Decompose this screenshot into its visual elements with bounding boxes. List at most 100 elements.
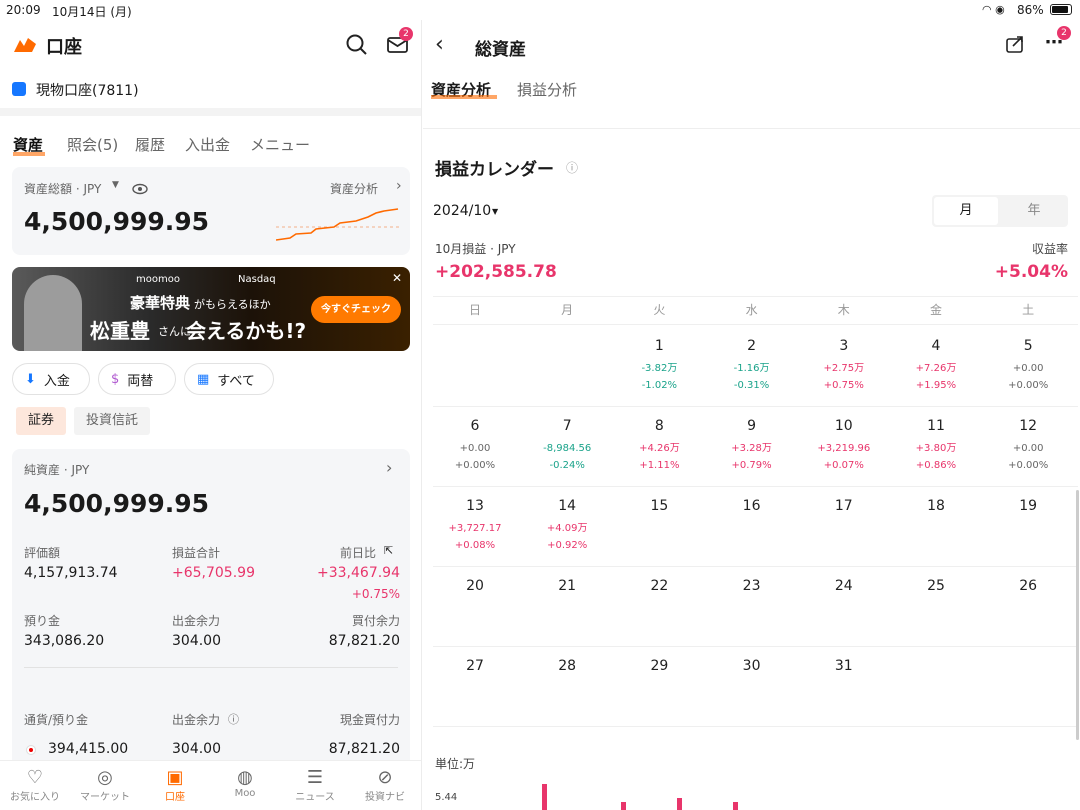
celebrity-photo	[24, 275, 82, 351]
calendar-day-pnl: +4.26万	[639, 443, 680, 454]
tab-menu[interactable]: メニュー	[250, 134, 310, 155]
calendar-day-number: 13	[466, 498, 484, 514]
banner-cta-button[interactable]: 今すぐチェック	[311, 296, 401, 323]
share-icon[interactable]	[1005, 34, 1025, 58]
calendar-day[interactable]: 18	[890, 498, 982, 514]
total-pnl-label: 損益合計	[172, 546, 221, 560]
chevron-down-icon[interactable]: ▼	[492, 207, 498, 216]
calendar-day-number: 7	[562, 418, 572, 434]
close-icon[interactable]: ✕	[392, 271, 402, 285]
calendar-day-percent: +1.95%	[915, 380, 957, 391]
calendar-day-pnl: +3,727.17	[448, 523, 502, 534]
battery-icon	[1050, 4, 1072, 15]
nav-account[interactable]: ▣ 口座	[140, 767, 210, 803]
calendar-day[interactable]: 25	[890, 578, 982, 594]
calendar-day[interactable]: 22	[613, 578, 705, 594]
exchange-button[interactable]: $ 両替	[98, 363, 176, 395]
calendar-day[interactable]: 3 +2.75万 +0.75%	[798, 338, 890, 394]
info-icon[interactable]: ⓘ	[566, 159, 578, 176]
calendar-day-pnl: +4.09万	[546, 523, 588, 534]
subtab-securities[interactable]: 証券	[16, 407, 66, 435]
total-assets-pane: ‹ 総資産 ⋯ 2 資産分析 損益分析 損益カレンダー ⓘ 2024/10 ▼ …	[423, 20, 1080, 810]
chevron-right-icon[interactable]: ›	[386, 458, 392, 477]
calendar-day[interactable]: 7 -8,984.56 -0.24%	[521, 418, 613, 474]
month-selector[interactable]: 2024/10	[433, 203, 491, 219]
chevron-down-icon[interactable]: ▼	[112, 180, 119, 190]
calendar-day[interactable]: 19	[982, 498, 1074, 514]
calendar-day-number: 15	[650, 498, 669, 514]
share-icon[interactable]: ⇱	[384, 544, 393, 557]
calendar-day[interactable]: 21	[521, 578, 613, 594]
tab-deposit-withdraw[interactable]: 入出金	[185, 134, 230, 155]
mail-icon[interactable]: 2	[387, 27, 413, 55]
calendar-day[interactable]: 5 +0.00 +0.00%	[982, 338, 1074, 394]
net-assets-card: 純資産 · JPY › 4,500,999.95 評価額 4,157,913.7…	[12, 449, 410, 789]
tab-pnl-analysis[interactable]: 損益分析	[517, 79, 577, 100]
calendar-day[interactable]: 12 +0.00 +0.00%	[982, 418, 1074, 474]
promo-banner[interactable]: moomoo Nasdaq 豪華特典 がもらえるほか 松重豊 さんに 会えるかも…	[12, 267, 410, 351]
toggle-month[interactable]: 月	[934, 197, 998, 225]
back-arrow-icon[interactable]: ‹	[435, 32, 444, 57]
cash-label: 預り金	[24, 614, 61, 628]
calendar-day[interactable]: 1 -3.82万 -1.02%	[613, 338, 705, 394]
eye-icon[interactable]	[132, 180, 148, 199]
info-icon[interactable]: ⓘ	[228, 711, 239, 727]
calendar-day-number: 27	[466, 658, 484, 674]
calendar-day[interactable]: 31	[798, 658, 890, 674]
calendar-day-number: 6	[470, 418, 480, 434]
nav-invest-navi[interactable]: ⊘ 投資ナビ	[350, 767, 420, 803]
nav-moo[interactable]: ◍ Moo	[210, 767, 280, 799]
calendar-day-number: 19	[1019, 498, 1038, 514]
scrollbar[interactable]	[1076, 490, 1079, 740]
calendar-day[interactable]: 29	[613, 658, 705, 674]
calendar-day-pnl: +3,219.96	[817, 443, 871, 454]
toggle-year[interactable]: 年	[1002, 197, 1066, 225]
calendar-day[interactable]: 20	[429, 578, 521, 594]
net-assets-label: 純資産 · JPY	[24, 463, 90, 477]
calendar-day[interactable]: 6 +0.00 +0.00%	[429, 418, 521, 474]
calendar-day[interactable]: 9 +3.28万 +0.79%	[706, 418, 798, 474]
tab-history[interactable]: 履歴	[135, 134, 165, 155]
jp-flag-icon	[26, 745, 36, 755]
calendar-day[interactable]: 4 +7.26万 +1.95%	[890, 338, 982, 394]
monthly-pnl-label: 10月損益 · JPY	[435, 242, 516, 256]
total-assets-card[interactable]: 資産総額 · JPY ▼ 資産分析 › 4,500,999.95	[12, 167, 410, 255]
subtab-investment-trust[interactable]: 投資信託	[74, 407, 150, 435]
calendar-day[interactable]: 26	[982, 578, 1074, 594]
nav-news[interactable]: ☰ ニュース	[280, 767, 350, 803]
calendar-day[interactable]: 30	[706, 658, 798, 674]
calendar-day[interactable]: 16	[706, 498, 798, 514]
calendar-day[interactable]: 8 +4.26万 +1.11%	[613, 418, 705, 474]
grid-icon: ▦	[197, 371, 210, 387]
calendar-day[interactable]: 27	[429, 658, 521, 674]
tab-inquiry[interactable]: 照会(5)	[67, 134, 118, 155]
calendar-day[interactable]: 28	[521, 658, 613, 674]
nav-favorites[interactable]: ♡ お気に入り	[0, 767, 70, 803]
calendar-row-divider	[433, 566, 1078, 567]
calendar-day-number: 18	[927, 498, 945, 514]
calendar-day[interactable]: 14 +4.09万 +0.92%	[521, 498, 613, 554]
calendar-day[interactable]: 15	[613, 498, 705, 514]
search-icon[interactable]	[346, 34, 368, 56]
calendar-day-pnl: -3.82万	[641, 363, 678, 374]
calendar-row-divider	[433, 646, 1078, 647]
calendar-day[interactable]: 10 +3,219.96 +0.07%	[798, 418, 890, 474]
account-selector[interactable]: 現物口座(7811)	[36, 80, 139, 100]
asset-analysis-link[interactable]: 資産分析	[330, 180, 378, 197]
calendar-day-number: 3	[839, 338, 849, 354]
calendar-day[interactable]: 11 +3.80万 +0.86%	[890, 418, 982, 474]
net-assets-value: 4,500,999.95	[24, 489, 210, 518]
calendar-day[interactable]: 17	[798, 498, 890, 514]
moo-icon: ◍	[237, 767, 253, 788]
calendar-day-number: 12	[1019, 418, 1038, 434]
calendar-day-number: 28	[558, 658, 577, 674]
all-button[interactable]: ▦ すべて	[184, 363, 274, 395]
nav-market[interactable]: ◎ マーケット	[70, 767, 140, 803]
deposit-button[interactable]: ⬇ 入金	[12, 363, 90, 395]
calendar-day-pnl: +3.80万	[915, 443, 957, 454]
calendar-day[interactable]: 2 -1.16万 -0.31%	[706, 338, 798, 394]
calendar-day[interactable]: 13 +3,727.17 +0.08%	[429, 498, 521, 554]
calendar-day[interactable]: 23	[706, 578, 798, 594]
weekday-label: 日	[468, 303, 481, 317]
calendar-day[interactable]: 24	[798, 578, 890, 594]
